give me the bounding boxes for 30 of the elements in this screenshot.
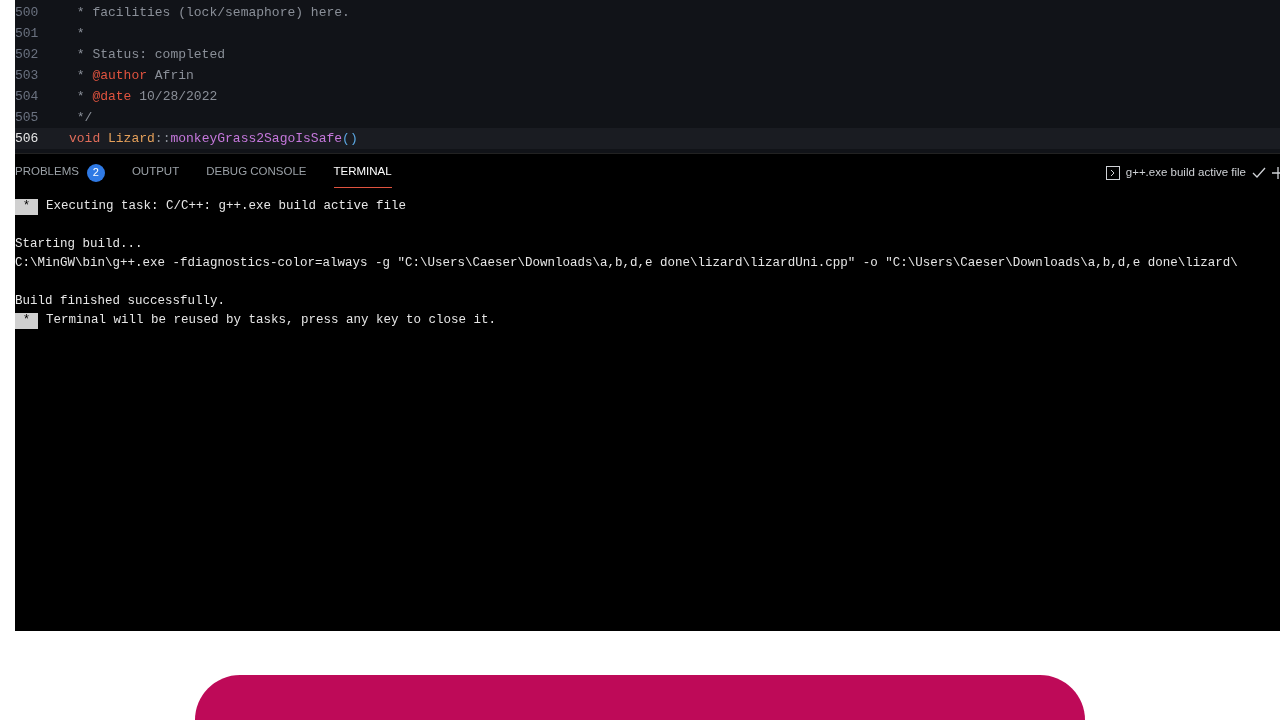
task-label[interactable]: g++.exe build active file [1125,163,1246,182]
task-marker: * [15,198,38,215]
terminal-line: C:\MinGW\bin\g++.exe -fdiagnostics-color=always -g "C:\Users\Caeser\Downloads\a,b,d,e done\lizard\lizardUni.cpp" -o "C:\Users\Caeser\Downloads\a,b,d,e done\lizard\ [15,255,1239,272]
line-number: 501 [15,24,40,43]
line-number: 506 [15,129,40,148]
code-line: * @author Afrin [75,66,194,85]
line-number: 502 [15,45,40,64]
code-line: */ [75,108,93,127]
line-number: 500 [15,3,40,22]
terminal-line: Terminal will be reused by tasks, press any key to close it. [46,312,497,330]
code-line: * [75,24,85,43]
code-line: * Status: completed [75,45,226,64]
terminal-line: Executing task: C/C++: g++.exe build active file [46,198,407,216]
terminal-icon [1105,165,1120,180]
task-marker: * [15,312,38,329]
check-icon [1252,166,1266,179]
code-line: * @date 10/28/2022 [75,87,218,106]
count-badge: 2 [86,163,105,182]
terminal-line: Starting build... [15,236,144,253]
panel-tab[interactable]: DEBUG CONSOLE [206,157,307,188]
panel-tab[interactable]: TERMINAL [333,157,392,188]
terminal-line: Build finished successfully. [15,293,227,310]
panel-tab[interactable]: OUTPUT [131,157,180,188]
line-number: 504 [15,87,40,106]
line-number: 503 [15,66,40,85]
panel-tab[interactable]: PROBLEMS [15,157,79,188]
code-line: * facilities (lock/semaphore) here. [75,3,350,22]
line-number: 505 [15,108,40,127]
code-line: void Lizard::monkeyGrass2SagoIsSafe() [69,129,358,148]
plus-icon[interactable] [1272,166,1280,179]
